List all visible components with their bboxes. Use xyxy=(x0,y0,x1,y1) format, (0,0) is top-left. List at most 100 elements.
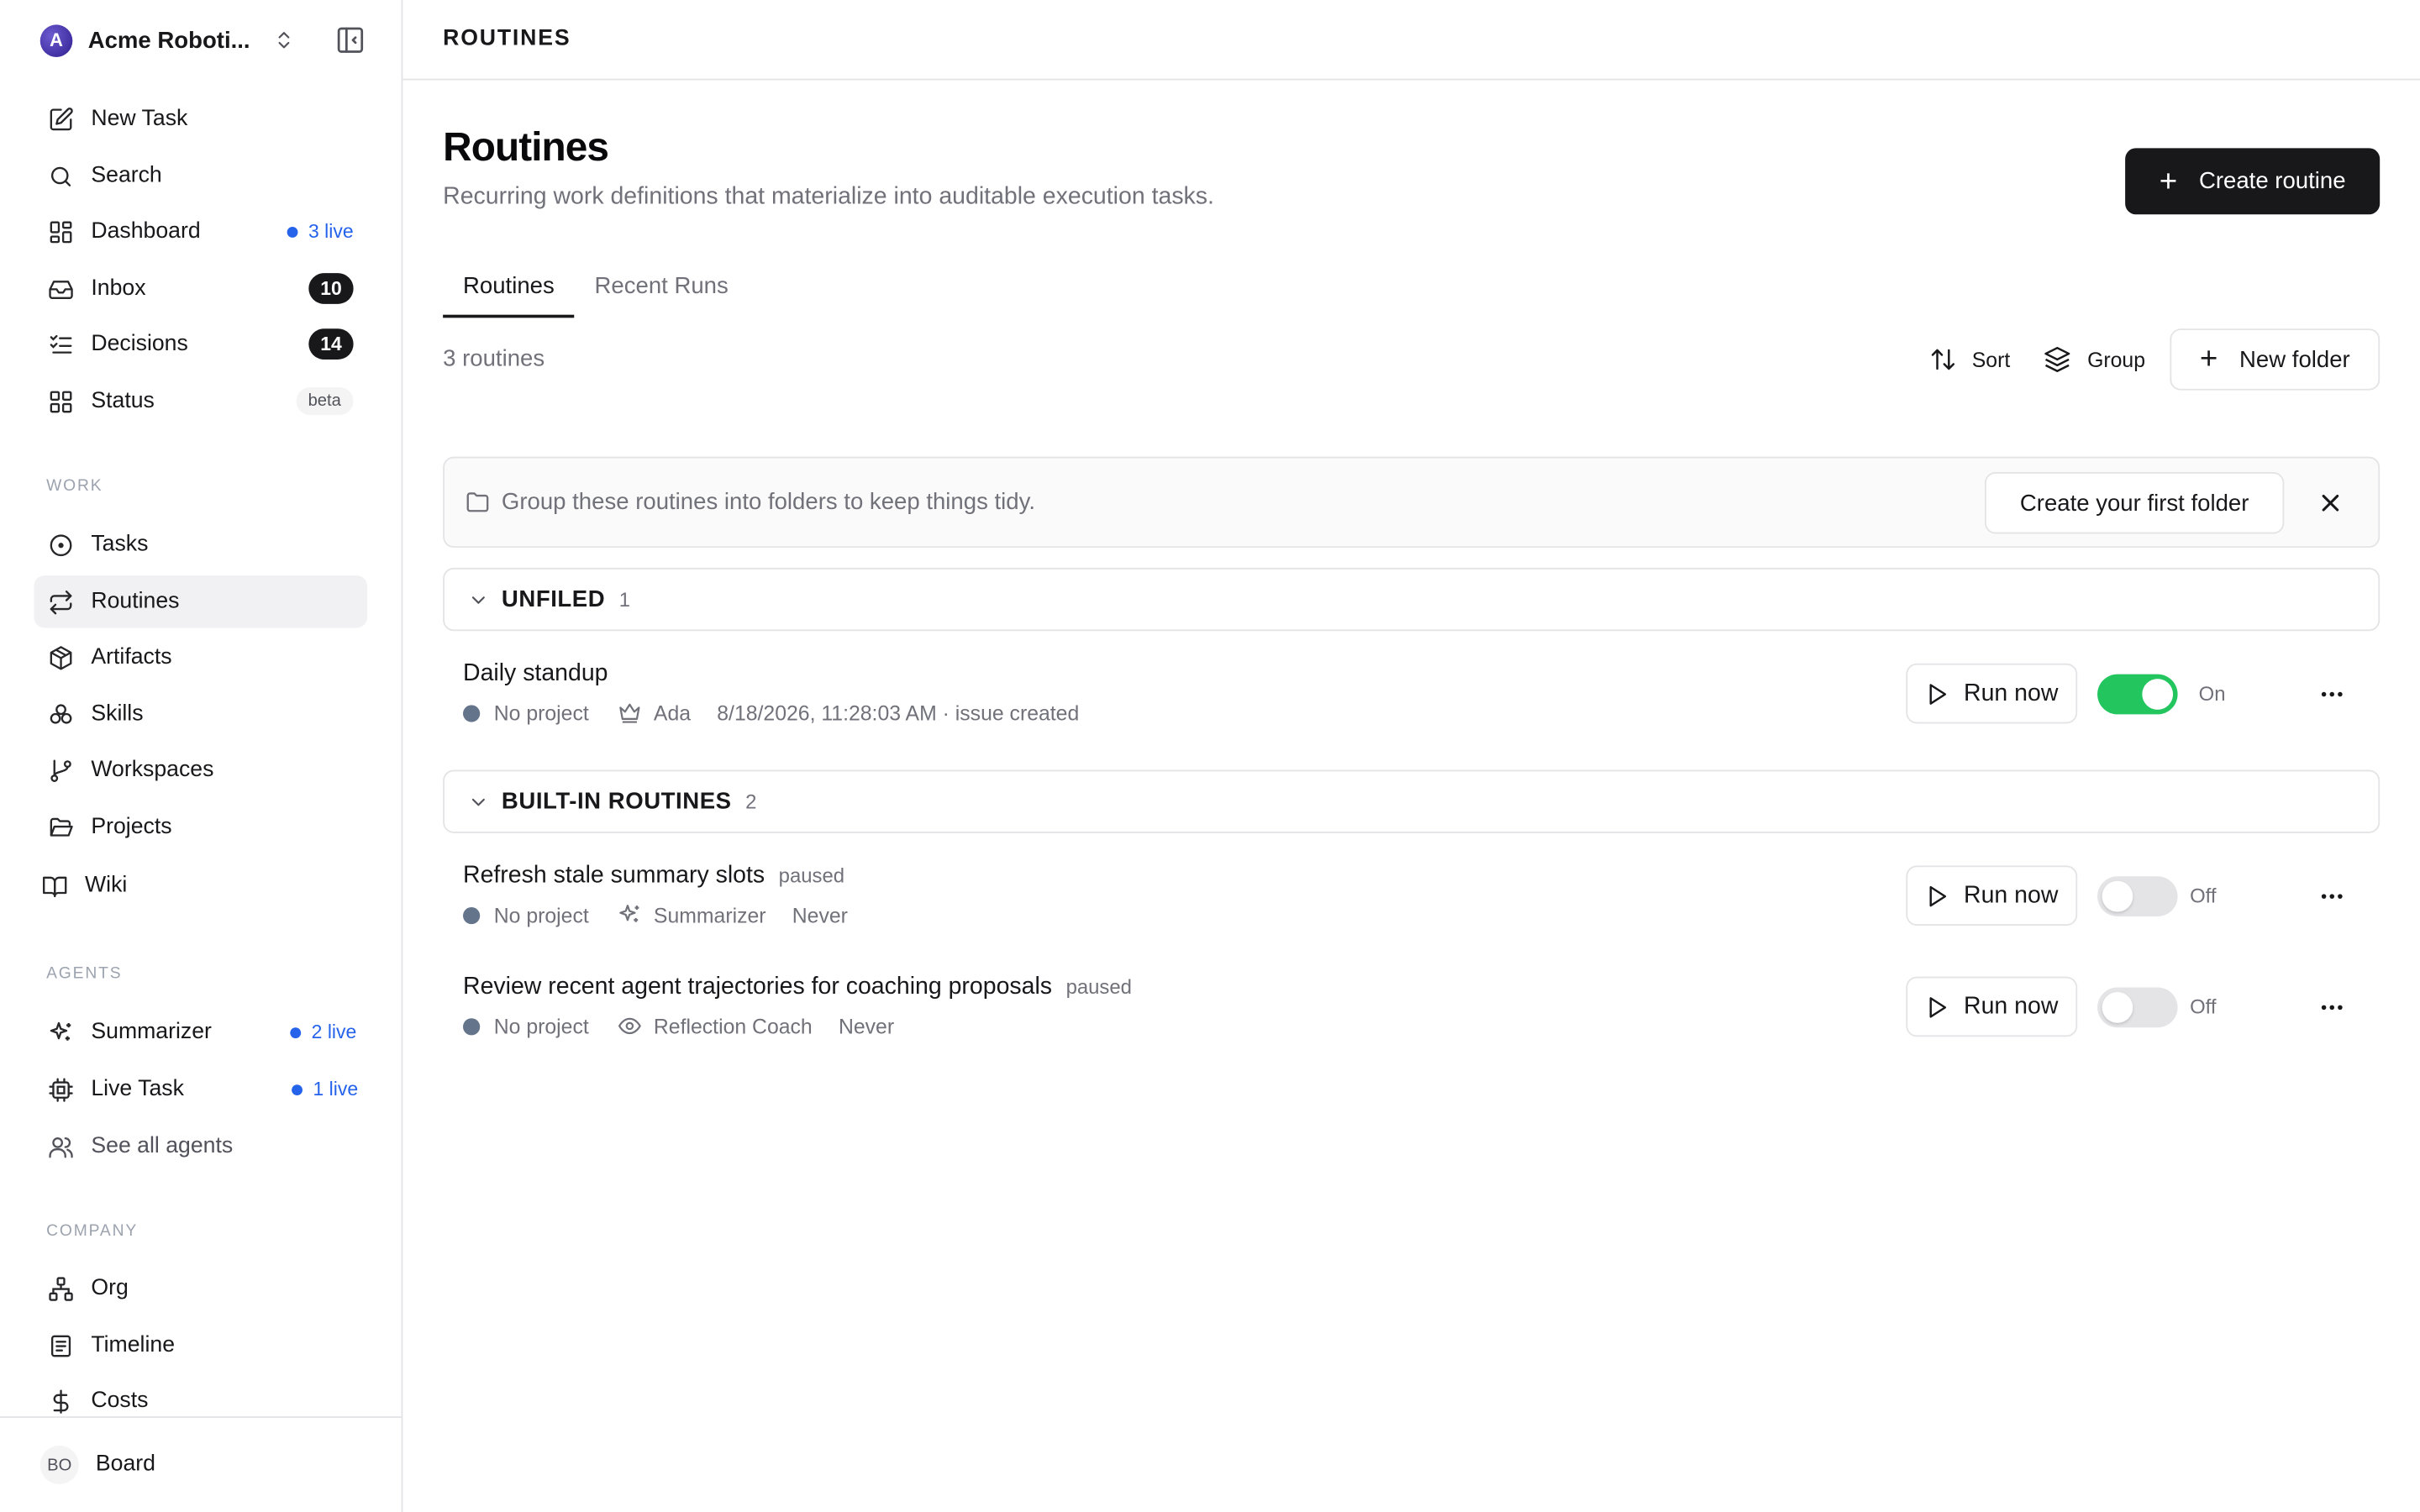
nav-workspaces[interactable]: Workspaces xyxy=(34,743,367,795)
sidebar: A Acme Roboti... New Task Search Dashboa… xyxy=(0,0,403,1512)
nav-timeline[interactable]: Timeline xyxy=(34,1319,367,1371)
breadcrumb: ROUTINES xyxy=(443,26,571,51)
nav-label: Timeline xyxy=(91,1332,176,1358)
create-routine-button[interactable]: + Create routine xyxy=(2125,148,2381,215)
nav-wiki[interactable]: Wiki xyxy=(28,859,361,911)
group-header-built-in[interactable]: BUILT-IN ROUTINES 2 xyxy=(443,769,2381,833)
routine-last-run: Never xyxy=(838,1014,895,1038)
sparkles-icon xyxy=(46,1018,74,1046)
search-icon xyxy=(46,162,74,190)
page-title: Routines xyxy=(443,123,609,171)
run-now-label: Run now xyxy=(1964,680,2059,706)
toggle-knob xyxy=(2102,880,2133,912)
routine-row[interactable]: Review recent agent trajectories for coa… xyxy=(443,974,2380,1066)
section-title-agents: AGENTS xyxy=(46,963,123,983)
inbox-icon xyxy=(46,275,74,302)
group-label: Group xyxy=(2087,348,2146,371)
nav-label: New Task xyxy=(91,106,188,132)
routine-toggle[interactable] xyxy=(2097,987,2178,1028)
run-now-button[interactable]: Run now xyxy=(1906,663,2078,724)
cpu-icon xyxy=(46,1075,74,1103)
nav-routines[interactable]: Routines xyxy=(34,575,368,628)
nav-see-all-agents[interactable]: See all agents xyxy=(34,1120,367,1172)
book-open-icon xyxy=(40,872,68,900)
live-count: 2 live xyxy=(311,1021,357,1043)
play-icon xyxy=(1930,885,1947,906)
run-now-button[interactable]: Run now xyxy=(1906,865,2078,927)
nav-new-task[interactable]: New Task xyxy=(34,92,367,144)
arrow-up-down-icon xyxy=(1931,349,1954,370)
sort-label: Sort xyxy=(1971,348,2011,371)
board-avatar: BO xyxy=(39,1445,79,1484)
paused-tag: paused xyxy=(1065,974,1132,999)
dollar-sign-icon xyxy=(46,1387,74,1415)
routine-toggle[interactable] xyxy=(2097,876,2178,916)
nav-label: Artifacts xyxy=(91,644,172,670)
nav-search[interactable]: Search xyxy=(34,150,367,202)
nav-label: Status xyxy=(91,388,155,414)
more-options-icon[interactable] xyxy=(2317,881,2348,912)
routine-toggle[interactable] xyxy=(2097,674,2178,715)
tab-routines[interactable]: Routines xyxy=(443,255,575,318)
company-switcher[interactable]: A Acme Roboti... xyxy=(39,24,295,57)
more-options-icon[interactable] xyxy=(2317,992,2348,1023)
play-icon xyxy=(1930,996,1947,1017)
hint-text: Group these routines into folders to kee… xyxy=(501,489,1035,516)
create-first-folder-button[interactable]: Create your first folder xyxy=(1984,472,2285,534)
tab-recent-runs[interactable]: Recent Runs xyxy=(575,255,749,318)
nav-label: Org xyxy=(91,1275,129,1301)
project-dot xyxy=(463,704,481,722)
nav-inbox[interactable]: Inbox 10 xyxy=(34,262,367,314)
repeat-icon xyxy=(46,588,74,616)
routine-row[interactable]: Daily standup No project Ada 8/18/2026, … xyxy=(443,660,2380,753)
company-avatar: A xyxy=(39,24,73,57)
beta-badge: beta xyxy=(295,387,354,416)
grid-icon xyxy=(46,387,74,415)
decisions-count-badge: 14 xyxy=(308,328,354,360)
group-button[interactable]: Group xyxy=(2044,345,2145,373)
users-icon xyxy=(46,1132,74,1160)
nav-tasks[interactable]: Tasks xyxy=(34,518,367,570)
nav-label: Skills xyxy=(91,701,144,727)
folder-hint-banner: Group these routines into folders to kee… xyxy=(443,456,2381,549)
board-label: Board xyxy=(95,1452,155,1477)
nav-artifacts[interactable]: Artifacts xyxy=(34,631,367,683)
scroll-text-icon xyxy=(46,1331,74,1359)
nav-agent-summarizer[interactable]: Summarizer 2 live xyxy=(34,1006,367,1058)
network-icon xyxy=(46,1274,74,1302)
sidebar-collapse-icon[interactable] xyxy=(335,24,366,55)
group-header-unfiled[interactable]: UNFILED 1 xyxy=(443,567,2381,632)
routine-name[interactable]: Daily standup xyxy=(463,660,608,688)
folder-open-icon xyxy=(46,813,74,841)
nav-agent-live-task[interactable]: Live Task 1 live xyxy=(34,1063,367,1115)
list-checks-icon xyxy=(46,330,74,358)
page-subtitle: Recurring work definitions that material… xyxy=(443,183,1214,210)
run-now-label: Run now xyxy=(1964,881,2059,908)
more-options-icon[interactable] xyxy=(2317,679,2348,710)
nav-org[interactable]: Org xyxy=(34,1262,367,1314)
nav-decisions[interactable]: Decisions 14 xyxy=(34,318,367,370)
nav-skills[interactable]: Skills xyxy=(34,688,367,740)
routine-row[interactable]: Refresh stale summary slots paused No pr… xyxy=(443,863,2380,955)
paused-tag: paused xyxy=(778,864,845,888)
sort-button[interactable]: Sort xyxy=(1928,345,2010,373)
close-icon[interactable] xyxy=(2317,489,2344,517)
routine-project: No project xyxy=(493,701,589,725)
run-now-button[interactable]: Run now xyxy=(1906,976,2078,1037)
shapes-icon xyxy=(46,701,74,728)
sidebar-footer[interactable]: BO Board xyxy=(0,1416,402,1512)
play-icon xyxy=(1930,683,1947,704)
new-folder-button[interactable]: + New folder xyxy=(2170,328,2381,391)
routine-name[interactable]: Refresh stale summary slots xyxy=(463,863,765,890)
new-folder-label: New folder xyxy=(2239,346,2350,373)
eye-icon xyxy=(618,1017,640,1035)
nav-label: Search xyxy=(91,163,162,189)
nav-label: Dashboard xyxy=(91,218,201,244)
plus-icon: + xyxy=(2199,342,2218,377)
nav-dashboard[interactable]: Dashboard 3 live xyxy=(34,205,367,257)
nav-projects[interactable]: Projects xyxy=(34,801,367,853)
routine-name[interactable]: Review recent agent trajectories for coa… xyxy=(463,974,1052,1001)
nav-status[interactable]: Status beta xyxy=(34,375,367,427)
nav-label: Tasks xyxy=(91,532,149,558)
plus-icon: + xyxy=(2159,164,2178,199)
